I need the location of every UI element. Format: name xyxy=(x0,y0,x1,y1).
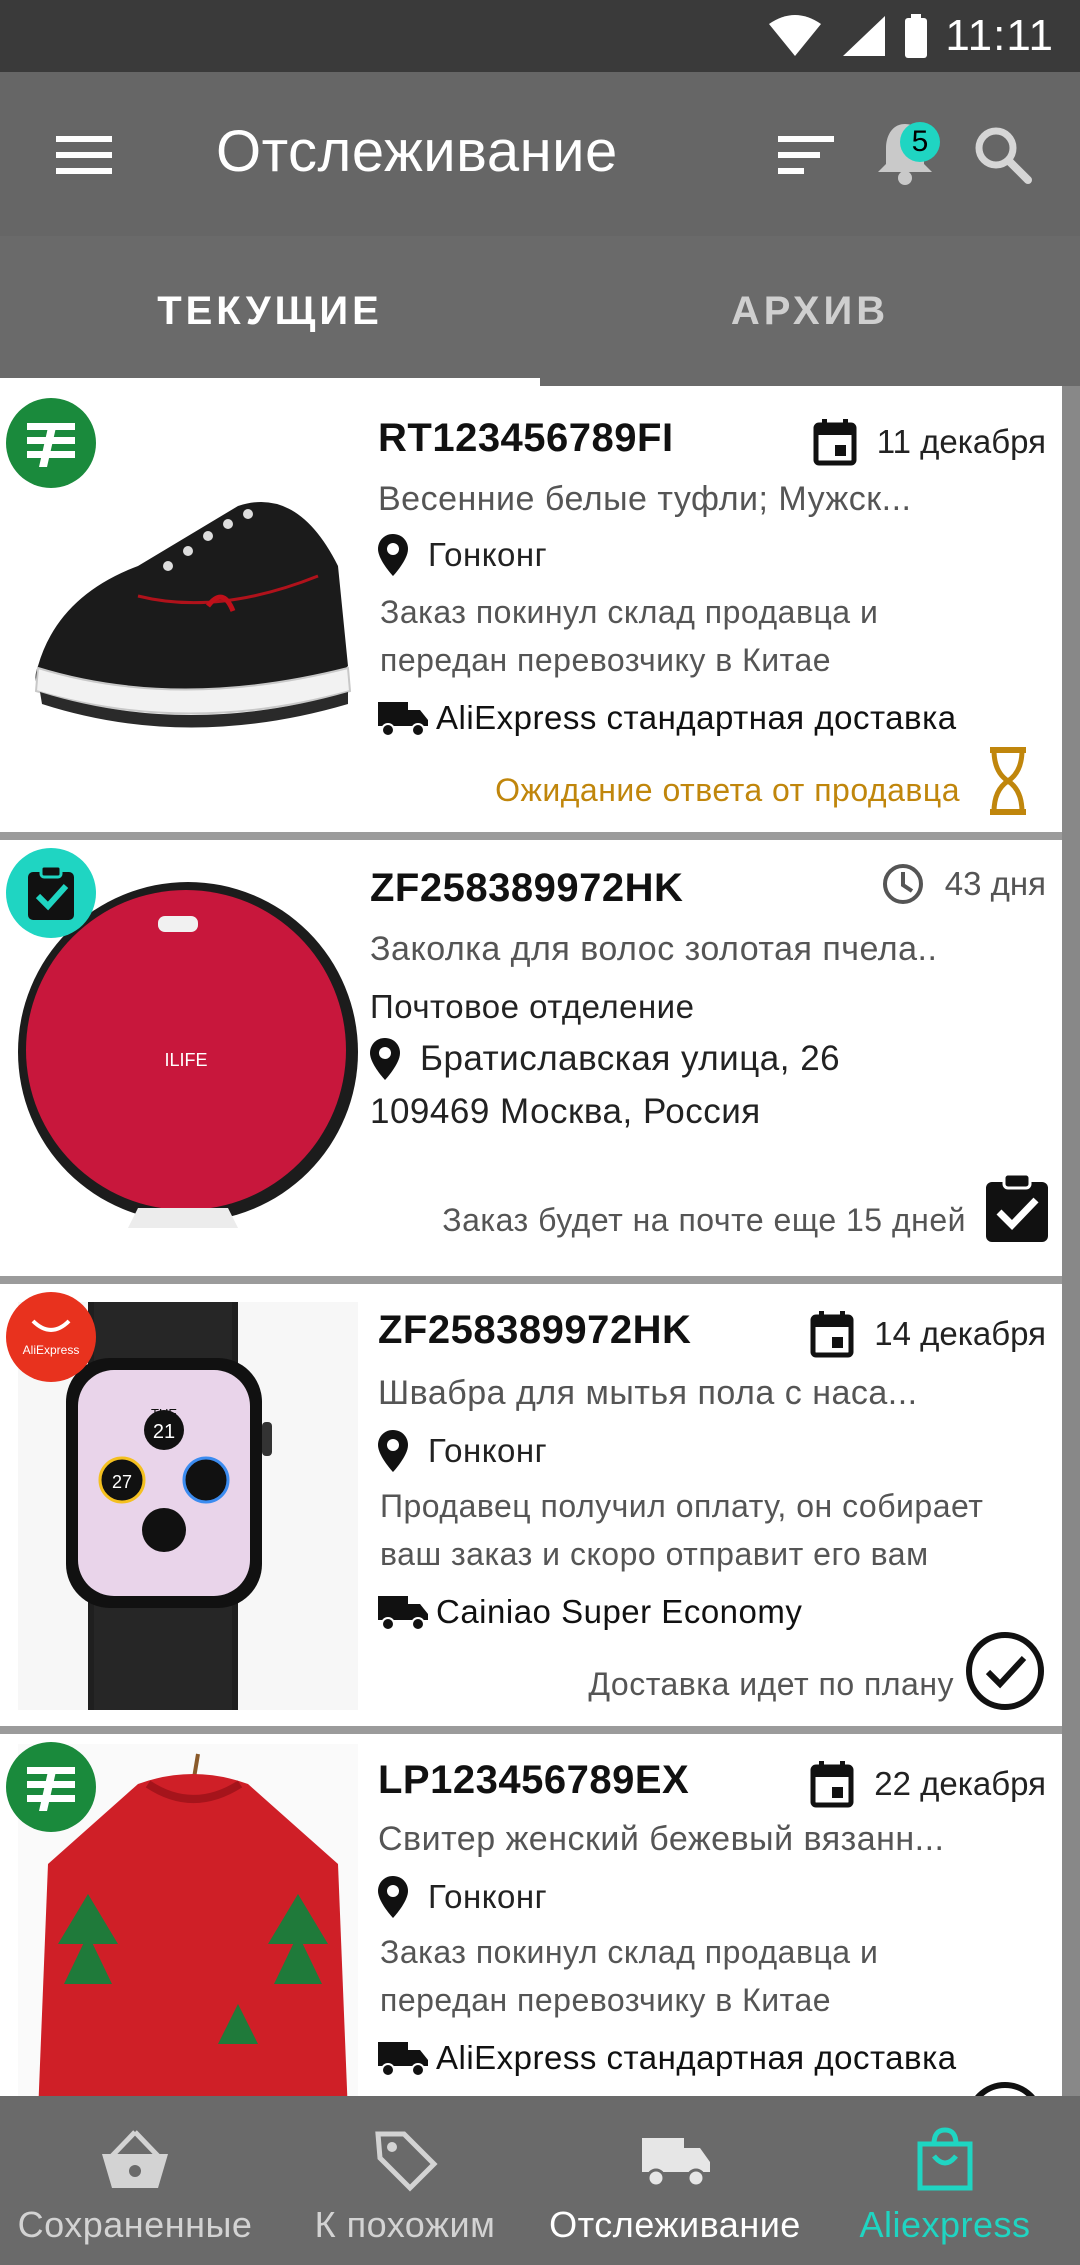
nav-label: Сохраненные xyxy=(17,2204,253,2245)
parcel-card[interactable]: RT123456789FI 11 декабря Весенние белые … xyxy=(0,386,1062,832)
parcel-event: Заказ покинул склад продавца и передан п… xyxy=(380,1934,879,2018)
parcel-card[interactable]: TUE 21 27 AliExpress ZF258389972HK 14 де… xyxy=(0,1284,1062,1726)
shipping-label: AliExpress стандартная доставка xyxy=(436,699,957,736)
parcel-status: Ожидание ответа от продавца xyxy=(495,772,960,808)
calendar-icon xyxy=(813,419,857,466)
tab-archive[interactable]: АРХИВ xyxy=(540,236,1080,386)
wifi-icon xyxy=(769,15,822,56)
post-office-address: Братиславская улица, 26 xyxy=(370,1038,840,1080)
china-post-logo xyxy=(6,1742,96,1832)
truck-icon xyxy=(642,2138,710,2188)
status-bar: 11:11 xyxy=(0,0,1080,72)
shipping-method: AliExpress стандартная доставка xyxy=(378,2038,957,2078)
parcel-status: Заказ будет на почте еще 15 дней xyxy=(442,1202,966,1238)
calendar-icon xyxy=(810,1311,854,1358)
notification-badge: 5 xyxy=(900,122,940,162)
product-brand: ILIFE xyxy=(164,1050,207,1070)
nav-label: Отслеживание xyxy=(549,2204,801,2245)
date-label: 22 декабря xyxy=(874,1765,1046,1802)
address-line-2: 109469 Москва, Россия xyxy=(370,1092,761,1131)
address-line-1: Братиславская улица, 26 xyxy=(420,1039,841,1078)
truck-icon xyxy=(378,2042,428,2077)
nav-label: К похожим xyxy=(314,2204,496,2245)
age-label: 43 дня xyxy=(944,865,1046,902)
parcel-age: 43 дня xyxy=(881,862,1046,906)
menu-icon[interactable] xyxy=(48,124,120,184)
nav-saved[interactable]: Сохраненные xyxy=(0,2096,270,2265)
nav-label: Aliexpress xyxy=(859,2204,1031,2245)
parcel-status: Доставка идет по плану xyxy=(588,1666,954,1702)
shopping-bag-icon xyxy=(917,2127,973,2191)
tracking-number: ZF258389972HK xyxy=(378,1308,692,1352)
signal-icon xyxy=(843,16,886,56)
aliexpress-logo: AliExpress xyxy=(6,1292,96,1382)
watch-date: 21 xyxy=(153,1421,175,1443)
truck-icon xyxy=(378,702,428,737)
aliexpress-logo-text: AliExpress xyxy=(22,1343,80,1357)
watch-temperature: 27 xyxy=(112,1472,132,1492)
tracking-number: LP123456789EX xyxy=(378,1758,690,1802)
parcel-date: 11 декабря xyxy=(813,418,1046,466)
location-label: Гонконг xyxy=(428,536,548,573)
tab-current[interactable]: ТЕКУЩИЕ xyxy=(0,236,540,386)
date-label: 14 декабря xyxy=(874,1315,1046,1352)
clock-time: 11:11 xyxy=(945,11,1054,60)
parcel-card[interactable]: ILIFE ZF258389972HK 43 дня Заколка для в… xyxy=(0,840,1062,1276)
tag-icon xyxy=(375,2131,438,2192)
parcel-date: 14 декабря xyxy=(810,1310,1046,1358)
page-title: Отслеживание xyxy=(216,119,618,184)
parcel-location: Гонконг xyxy=(378,1430,547,1472)
hourglass-icon xyxy=(990,747,1026,815)
parcel-card[interactable]: LP123456789EX 22 декабря Свитер женский … xyxy=(0,1734,1062,2096)
nav-aliexpress[interactable]: Aliexpress xyxy=(810,2096,1080,2265)
delivered-check-logo xyxy=(6,848,96,938)
sort-icon[interactable] xyxy=(770,128,840,184)
tab-bar: ТЕКУЩИЕ АРХИВ xyxy=(0,236,1080,386)
product-title: Свитер женский бежевый вязанн... xyxy=(378,1820,945,1858)
parcel-event: Заказ покинул склад продавца и передан п… xyxy=(380,594,879,678)
product-title: Заколка для волос золотая пчела.. xyxy=(370,930,938,968)
parcel-date: 22 декабря xyxy=(810,1760,1046,1808)
clipboard-check-icon xyxy=(986,1172,1048,1242)
product-title: Швабра для мытья пола с наса... xyxy=(378,1374,918,1412)
product-title: Весенние белые туфли; Мужск... xyxy=(378,480,912,518)
tracking-number: RT123456789FI xyxy=(378,416,674,460)
shipping-label: Cainiao Super Economy xyxy=(436,1593,803,1630)
nav-tracking[interactable]: Отслеживание xyxy=(540,2096,810,2265)
date-label: 11 декабря xyxy=(876,423,1046,460)
bottom-navigation: Сохраненные К похожим Отслеживание Aliex… xyxy=(0,2096,1080,2265)
china-post-logo xyxy=(6,398,96,488)
parcel-list[interactable]: RT123456789FI 11 декабря Весенние белые … xyxy=(0,386,1080,2096)
search-icon[interactable] xyxy=(970,122,1034,186)
battery-icon xyxy=(905,14,928,58)
tab-indicator xyxy=(0,378,540,386)
parcel-event: Продавец получил оплату, он собирает ваш… xyxy=(380,1488,984,1572)
truck-icon xyxy=(378,1596,428,1631)
location-pin-icon xyxy=(378,1876,408,1918)
tracking-number: ZF258389972HK xyxy=(370,866,684,910)
shipping-method: Cainiao Super Economy xyxy=(378,1592,802,1632)
basket-icon xyxy=(102,2130,168,2188)
product-image xyxy=(34,502,352,728)
shipping-method: AliExpress стандартная доставка xyxy=(378,698,957,738)
circle-check-icon xyxy=(966,1632,1044,1710)
scrollbar[interactable] xyxy=(1062,386,1080,2096)
shipping-label: AliExpress стандартная доставка xyxy=(436,2039,957,2076)
parcel-location: Гонконг xyxy=(378,534,547,576)
calendar-icon xyxy=(810,1761,854,1808)
clock-icon xyxy=(882,864,923,904)
post-office-label: Почтовое отделение xyxy=(370,988,695,1025)
circle-check-icon xyxy=(975,2082,1035,2096)
nav-similar[interactable]: К похожим xyxy=(270,2096,540,2265)
app-bar: Отслеживание 5 xyxy=(0,72,1080,236)
location-pin-icon xyxy=(378,534,408,576)
location-label: Гонконг xyxy=(428,1432,548,1469)
location-label: Гонконг xyxy=(428,1878,548,1915)
location-pin-icon xyxy=(378,1430,408,1472)
location-pin-icon xyxy=(370,1038,400,1080)
parcel-location: Гонконг xyxy=(378,1876,547,1918)
